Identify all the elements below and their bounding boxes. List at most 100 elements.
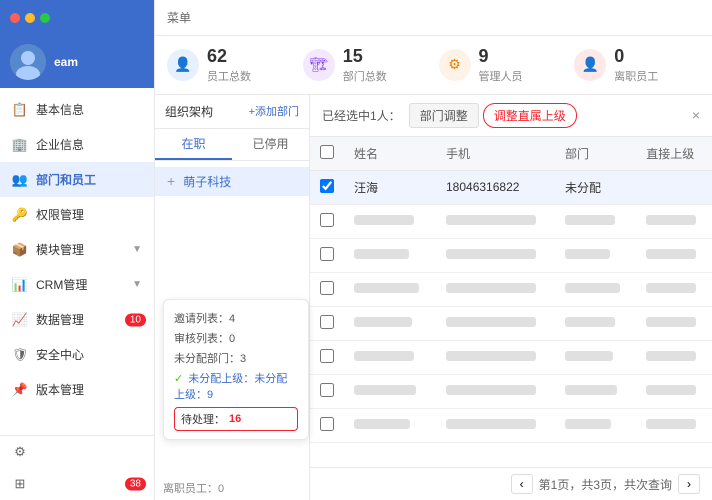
content-area: 组织架构 +添加部门 在职 已停用 + 萌子科技 邀请列表：4 审核列表：0 [155,95,712,500]
row-name-blurred [344,408,436,442]
sidebar-item-label: 模块管理 [36,241,84,258]
sidebar-item-label: 安全中心 [36,346,84,363]
resigned-link[interactable]: 离职员工：0 [155,476,309,500]
sidebar-item-crm[interactable]: 📊 CRM管理 ▼ [0,267,154,302]
close-button[interactable]: × [692,107,700,123]
resigned-info: 0 离职员工 [614,46,658,84]
table-container: 姓名 手机 部门 直接上级 汪海 18046 [310,137,712,467]
version-icon: 📌 [12,382,28,398]
table-row [310,272,712,306]
superior-adjust-tab[interactable]: 调整直属上级 [483,103,577,128]
prev-page-button[interactable]: ‹ [511,474,533,494]
row-name-blurred [344,272,436,306]
data-badge: 10 [125,313,146,326]
invite-stat: 邀请列表：4 [174,308,298,328]
row-superior-blurred [636,340,712,374]
sidebar-item-data[interactable]: 📈 数据管理 10 [0,302,154,337]
basic-info-icon: 📋 [12,102,28,118]
add-dept-button[interactable]: +添加部门 [249,103,299,119]
unassigned-dept-stat: 未分配部门：3 [174,348,298,368]
tab-disabled[interactable]: 已停用 [232,129,309,160]
sidebar-item-company-info[interactable]: 🏢 企业信息 [0,127,154,162]
dept-item-label: 萌子科技 [183,173,231,190]
row-superior-blurred [636,272,712,306]
row-phone-blurred [436,408,555,442]
row-checkbox[interactable] [320,247,334,261]
table-body: 汪海 18046316822 未分配 [310,170,712,442]
row-superior-blurred [636,238,712,272]
sidebar-item-label: CRM管理 [36,276,87,293]
row-dept-blurred [555,204,636,238]
dept-adjust-tab[interactable]: 部门调整 [409,103,479,128]
row-checkbox[interactable] [320,213,334,227]
stat-total-employees: 👤 62 员工总数 [167,46,293,84]
settings-item[interactable]: ⚙ [0,436,154,468]
sidebar-bottom: ⚙ ⊞ 38 [0,435,154,500]
stat-managers: ⚙ 9 管理人员 [439,46,565,84]
sidebar-item-modules[interactable]: 📦 模块管理 ▼ [0,232,154,267]
row-dept-blurred [555,272,636,306]
row-dept-blurred [555,340,636,374]
row-phone-blurred [436,238,555,272]
crm-icon: 📊 [12,277,28,293]
select-all-checkbox[interactable] [320,145,334,159]
sidebar-item-label: 企业信息 [36,136,84,153]
row-checkbox[interactable] [320,417,334,431]
table-row [310,306,712,340]
pagination-info: 第1页，共3页，共次查询 [539,476,672,493]
row-checkbox[interactable] [320,349,334,363]
row-superior-blurred [636,306,712,340]
apps-item[interactable]: ⊞ 38 [0,468,154,500]
header-checkbox-cell [310,137,344,171]
employees-count: 62 [207,46,251,68]
org-title: 组织架构 [165,103,213,120]
header-dept: 部门 [555,137,636,171]
depts-info: 15 部门总数 [343,46,387,84]
review-stat: 审核列表：0 [174,328,298,348]
employees-icon: 👤 [167,49,199,81]
row-name-blurred [344,306,436,340]
resigned-link-label: 离职员工：0 [163,483,224,495]
sidebar-item-label: 版本管理 [36,381,84,398]
header-phone: 手机 [436,137,555,171]
header-bar: 菜单 [155,0,712,36]
resigned-icon: 👤 [574,49,606,81]
row-phone: 18046316822 [436,170,555,204]
pagination: ‹ 第1页，共3页，共次查询 › [310,467,712,500]
sidebar-item-dept-employee[interactable]: 👥 部门和员工 [0,162,154,197]
depts-count: 15 [343,46,387,68]
left-panel: 组织架构 +添加部门 在职 已停用 + 萌子科技 邀请列表：4 审核列表：0 [155,95,310,500]
dept-icon: 👥 [12,172,28,188]
row-phone-blurred [436,340,555,374]
close-dot[interactable] [10,13,20,23]
avatar-image [10,44,46,80]
maximize-dot[interactable] [40,13,50,23]
sidebar-item-security[interactable]: 🛡 安全中心 [0,337,154,372]
stat-resigned: 👤 0 离职员工 [574,46,700,84]
row-checkbox[interactable] [320,281,334,295]
managers-label: 管理人员 [479,68,523,84]
row-dept-blurred [555,408,636,442]
check-icon: ✓ [174,373,183,385]
row-phone-blurred [436,306,555,340]
row-checkbox[interactable] [320,179,334,193]
unassigned-superior-stat: ✓ 未分配上级：未分配上级：9 [174,368,298,404]
next-page-button[interactable]: › [678,474,700,494]
managers-count: 9 [479,46,523,68]
row-checkbox[interactable] [320,383,334,397]
depts-label: 部门总数 [343,68,387,84]
company-info-icon: 🏢 [12,137,28,153]
sidebar-item-permissions[interactable]: 🔑 权限管理 [0,197,154,232]
sidebar-item-basic-info[interactable]: 📋 基本信息 [0,92,154,127]
pending-row[interactable]: 待处理： 16 [174,407,298,431]
dept-item-root[interactable]: + 萌子科技 [155,167,309,196]
header-name: 姓名 [344,137,436,171]
minimize-dot[interactable] [25,13,35,23]
row-checkbox[interactable] [320,315,334,329]
sidebar-item-version[interactable]: 📌 版本管理 [0,372,154,407]
data-icon: 📈 [12,312,28,328]
arrow-icon: ▼ [132,244,142,255]
arrow-icon: ▼ [132,279,142,290]
tab-active[interactable]: 在职 [155,129,232,160]
row-checkbox-cell [310,170,344,204]
